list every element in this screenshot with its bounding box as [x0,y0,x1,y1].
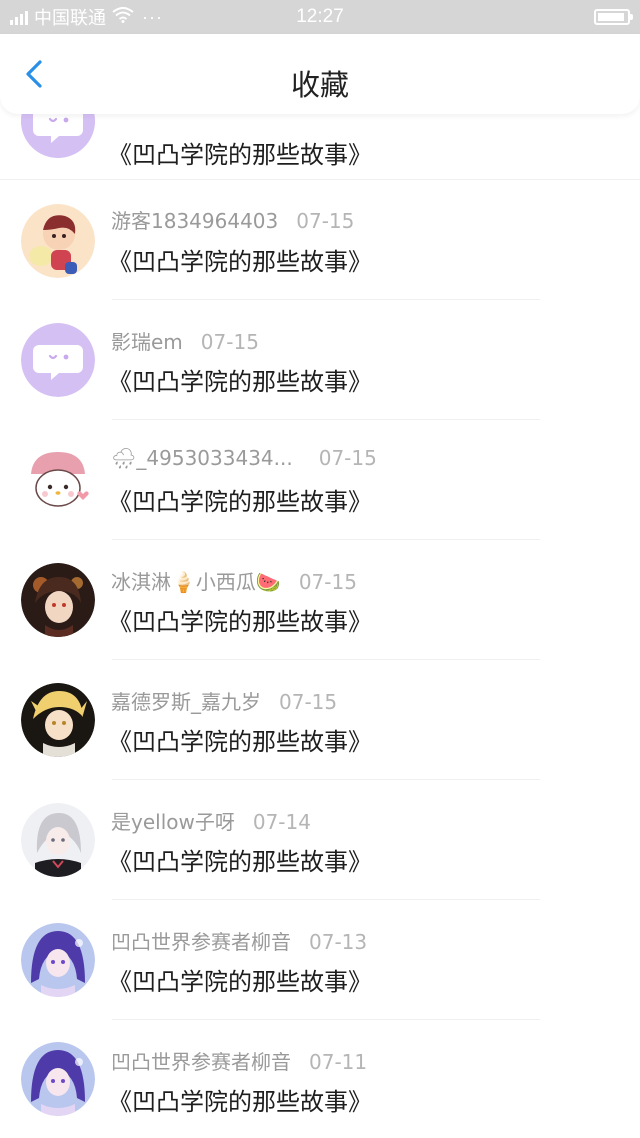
item-title: 《凹凸学院的那些故事》 [108,608,372,636]
item-meta: 凹凸世界参赛者柳音 07-11 [111,1046,367,1074]
page-title: 收藏 [290,68,349,102]
list-item[interactable]: 🌧_4953033434... 07-15 《凹凸学院的那些故事》 [0,420,640,540]
item-date: 07-15 [279,690,338,714]
user-name[interactable]: 是yellow子呀 [111,806,235,835]
item-title: 《凹凸学院的那些故事》 [108,368,372,396]
chat-bubble-icon[interactable] [21,114,95,158]
item-title: 《凹凸学院的那些故事》 [108,488,372,516]
item-date: 07-14 [252,810,311,834]
list-item[interactable]: 冰淇淋🍦小西瓜🍉 07-15 《凹凸学院的那些故事》 [0,540,640,660]
pink-bunny-avatar[interactable] [21,444,95,518]
user-name[interactable]: 影瑞em [111,326,183,355]
favorites-list: 《凹凸学院的那些故事》 游客1834964403 07-15 《凹凸学院的那些故… [0,114,640,1138]
list-item[interactable]: 影瑞em 07-15 《凹凸学院的那些故事》 [0,300,640,420]
list-item[interactable]: 《凹凸学院的那些故事》 [0,114,640,180]
user-name[interactable]: 冰淇淋🍦小西瓜🍉 [111,566,281,595]
item-date: 07-13 [309,930,368,954]
user-name[interactable]: 嘉德罗斯_嘉九岁 [111,686,261,715]
purple-hair-girl-avatar[interactable] [21,1042,95,1116]
silver-hair-girl-avatar[interactable] [21,803,95,877]
item-date: 07-15 [318,446,377,470]
item-title: 《凹凸学院的那些故事》 [108,848,372,876]
item-meta: 凹凸世界参赛者柳音 07-13 [111,926,367,954]
purple-hair-girl-avatar[interactable] [21,923,95,997]
list-item[interactable]: 凹凸世界参赛者柳音 07-11 《凹凸学院的那些故事》 [0,1020,640,1138]
list-item[interactable]: 嘉德罗斯_嘉九岁 07-15 《凹凸学院的那些故事》 [0,660,640,780]
chat-bubble-icon[interactable] [21,323,95,397]
item-date: 07-15 [200,330,259,354]
item-title: 《凹凸学院的那些故事》 [108,1088,372,1116]
item-title: 《凹凸学院的那些故事》 [108,968,372,996]
user-name[interactable]: 凹凸世界参赛者柳音 [111,1046,291,1075]
nav-bar: 收藏 [0,34,640,114]
item-title: 《凹凸学院的那些故事》 [108,728,372,756]
item-date: 07-15 [296,209,355,233]
status-time: 12:27 [296,6,344,27]
item-meta: 冰淇淋🍦小西瓜🍉 07-15 [111,566,357,594]
item-title: 《凹凸学院的那些故事》 [108,248,372,276]
list-item[interactable]: 凹凸世界参赛者柳音 07-13 《凹凸学院的那些故事》 [0,900,640,1020]
list-item[interactable]: 游客1834964403 07-15 《凹凸学院的那些故事》 [0,180,640,300]
item-meta: 是yellow子呀 07-14 [111,806,311,834]
list-item[interactable]: 是yellow子呀 07-14 《凹凸学院的那些故事》 [0,780,640,900]
item-meta: 影瑞em 07-15 [111,326,259,354]
item-meta: 🌧_4953033434... 07-15 [111,446,377,474]
blonde-boy-avatar[interactable] [21,683,95,757]
user-name[interactable]: 凹凸世界参赛者柳音 [111,926,291,955]
item-date: 07-15 [298,570,357,594]
status-bar: 中国联通 ··· 12:27 [0,0,640,34]
item-meta: 嘉德罗斯_嘉九岁 07-15 [111,686,337,714]
boy-cartoon-avatar[interactable] [21,204,95,278]
battery-icon [594,9,633,25]
user-name[interactable]: 游客1834964403 [111,205,278,234]
item-date: 07-11 [309,1050,368,1074]
user-name[interactable]: 🌧_4953033434... [111,446,293,470]
item-meta: 游客1834964403 07-15 [111,205,354,233]
item-title: 《凹凸学院的那些故事》 [108,141,372,169]
dark-girl-avatar[interactable] [21,563,95,637]
